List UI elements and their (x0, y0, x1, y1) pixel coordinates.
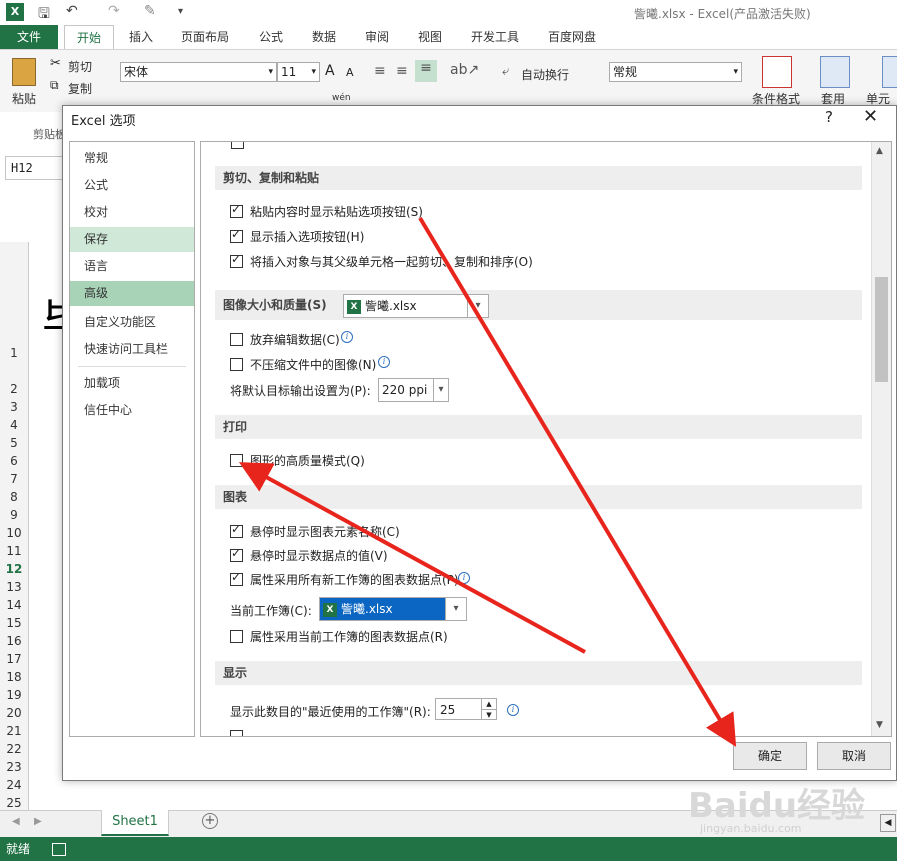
annotation-arrows (238, 216, 737, 747)
arrow-to-print-checkbox (238, 462, 586, 654)
arrow-to-ok-button (418, 216, 737, 747)
baidu-watermark-logo: Baidu经验 (688, 786, 866, 826)
baidu-watermark-url: jingyan.baidu.com (700, 822, 802, 835)
